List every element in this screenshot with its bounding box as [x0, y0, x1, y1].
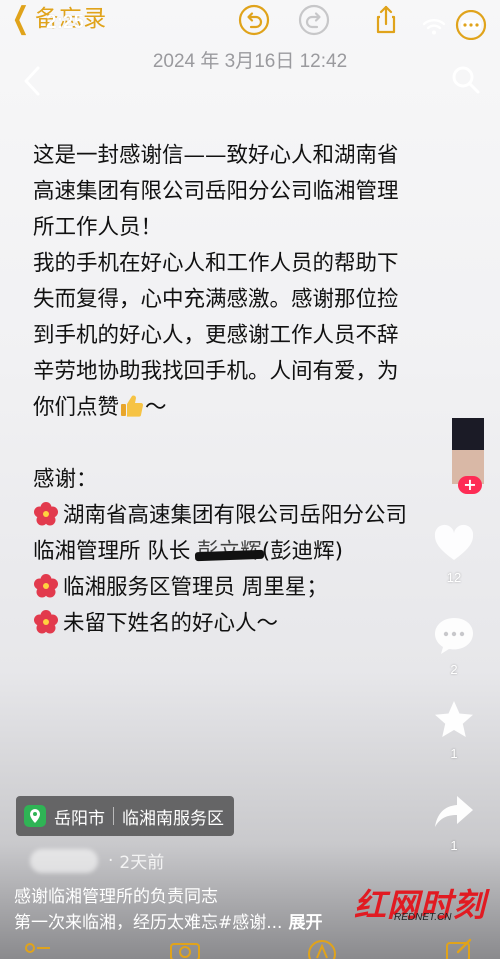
thanks-heading: 感谢：: [33, 467, 98, 492]
comment-button[interactable]: 2: [424, 614, 484, 677]
letter-line: 失而复得，心中充满感激。感谢那位捡: [33, 287, 399, 312]
watermark-site: REDNET.CN: [394, 912, 452, 923]
letter-line: 我的手机在好心人和工作人员的帮助下: [33, 251, 399, 276]
search-icon: [452, 66, 480, 94]
meta-dot: ·: [108, 850, 114, 871]
caption-text: 第一次来临湘，经历太难忘#感谢...: [14, 913, 283, 933]
search-button[interactable]: [450, 64, 482, 96]
note-date: 2024 年 3月16日 12:42: [152, 51, 348, 72]
share-icon: [376, 5, 396, 34]
favorite-count: 1: [450, 746, 458, 761]
thanks-item-text: 湖南省高速集团有限公司岳阳分公司: [63, 503, 408, 528]
thanks-item: 临湘服务区管理员 周里星；: [33, 570, 463, 606]
letter-line-text: 你们点赞: [33, 395, 120, 420]
avatar-image-top: [452, 418, 484, 450]
hibiscus-icon: [34, 610, 58, 634]
like-count: 12: [446, 570, 462, 585]
location-divider: [113, 807, 114, 825]
thanks-item-text: 临湘管理所 队长: [33, 539, 198, 564]
screenshot-root: ❮ 备忘录 2:25 2024 年 3月16日 12:42 这是一封感谢信——致…: [0, 0, 500, 959]
thanks-item-text: 未留下姓名的好心人～: [63, 611, 279, 636]
thank-you-letter: 这是一封感谢信——致好心人和湖南省 高速集团有限公司岳阳分公司临湘管理 所工作人…: [33, 138, 463, 642]
compose-icon[interactable]: [444, 938, 474, 959]
expand-caption-button[interactable]: 展开: [288, 913, 322, 933]
comment-icon: [435, 618, 473, 654]
video-back-button[interactable]: [18, 64, 46, 98]
location-city: 岳阳市: [54, 808, 105, 829]
letter-line: 这是一封感谢信——致好心人和湖南省: [33, 143, 399, 168]
more-ellipsis-icon: [455, 9, 487, 41]
comment-count: 2: [450, 662, 458, 677]
favorite-button[interactable]: 1: [424, 698, 484, 761]
share-button[interactable]: 1: [424, 790, 484, 853]
letter-line-last: 你们点赞 ～: [33, 390, 463, 426]
location-tag[interactable]: 岳阳市 临湘南服务区: [16, 796, 234, 836]
status-time: 2:25: [46, 12, 85, 33]
chevron-left-icon: [24, 66, 40, 96]
letter-line: 所工作人员！: [33, 215, 163, 240]
letter-line: 到手机的好心人，更感谢工作人员不辞: [33, 323, 399, 348]
redo-button[interactable]: [298, 4, 330, 36]
like-button[interactable]: 12: [424, 522, 484, 585]
undo-button[interactable]: [238, 4, 270, 36]
wifi-icon: [422, 19, 446, 35]
undo-icon: [238, 4, 270, 36]
heart-icon: [434, 524, 474, 560]
author-avatar[interactable]: +: [452, 418, 484, 494]
letter-line-tilde: ～: [145, 395, 167, 420]
share-note-button[interactable]: [370, 4, 402, 36]
location-place: 临湘南服务区: [122, 808, 224, 829]
rednet-watermark: 红网时刻 REDNET.CN: [340, 880, 490, 924]
more-button[interactable]: [454, 9, 488, 44]
struck-through-name: 彭立辉: [197, 539, 262, 564]
notes-top-bar: ❮ 备忘录 2:25: [0, 0, 500, 41]
follow-button[interactable]: +: [458, 476, 482, 494]
hibiscus-icon: [34, 574, 58, 598]
post-meta: · 2天前: [30, 848, 164, 873]
system-status-icons: [422, 9, 488, 44]
letter-line: 辛劳地协助我找回手机。人间有爱，为: [33, 359, 399, 384]
redo-icon: [298, 4, 330, 36]
markup-pen-icon[interactable]: [306, 938, 338, 959]
location-pin-icon: [24, 805, 46, 827]
share-arrow-icon: [435, 796, 473, 827]
author-name-blurred[interactable]: [30, 848, 98, 873]
share-count: 1: [450, 838, 458, 853]
thanks-item-continued: 临湘管理所 队长 彭立辉(彭迪辉): [33, 534, 463, 570]
corrected-name: (彭迪辉): [261, 539, 343, 564]
thumbs-up-icon: [121, 395, 144, 417]
notes-bottom-toolbar: [0, 938, 500, 959]
thanks-item: 未留下姓名的好心人～: [33, 606, 463, 642]
checklist-icon[interactable]: [24, 940, 52, 959]
thanks-item-text: 临湘服务区管理员 周里星；: [63, 575, 328, 600]
star-icon: [435, 701, 473, 737]
camera-icon[interactable]: [168, 938, 202, 959]
hibiscus-icon: [34, 502, 58, 526]
chevron-left-icon: ❮: [11, 1, 30, 36]
letter-line: 高速集团有限公司岳阳分公司临湘管理: [33, 179, 399, 204]
thanks-item: 湖南省高速集团有限公司岳阳分公司: [33, 498, 463, 534]
post-time: 2天前: [119, 853, 165, 873]
